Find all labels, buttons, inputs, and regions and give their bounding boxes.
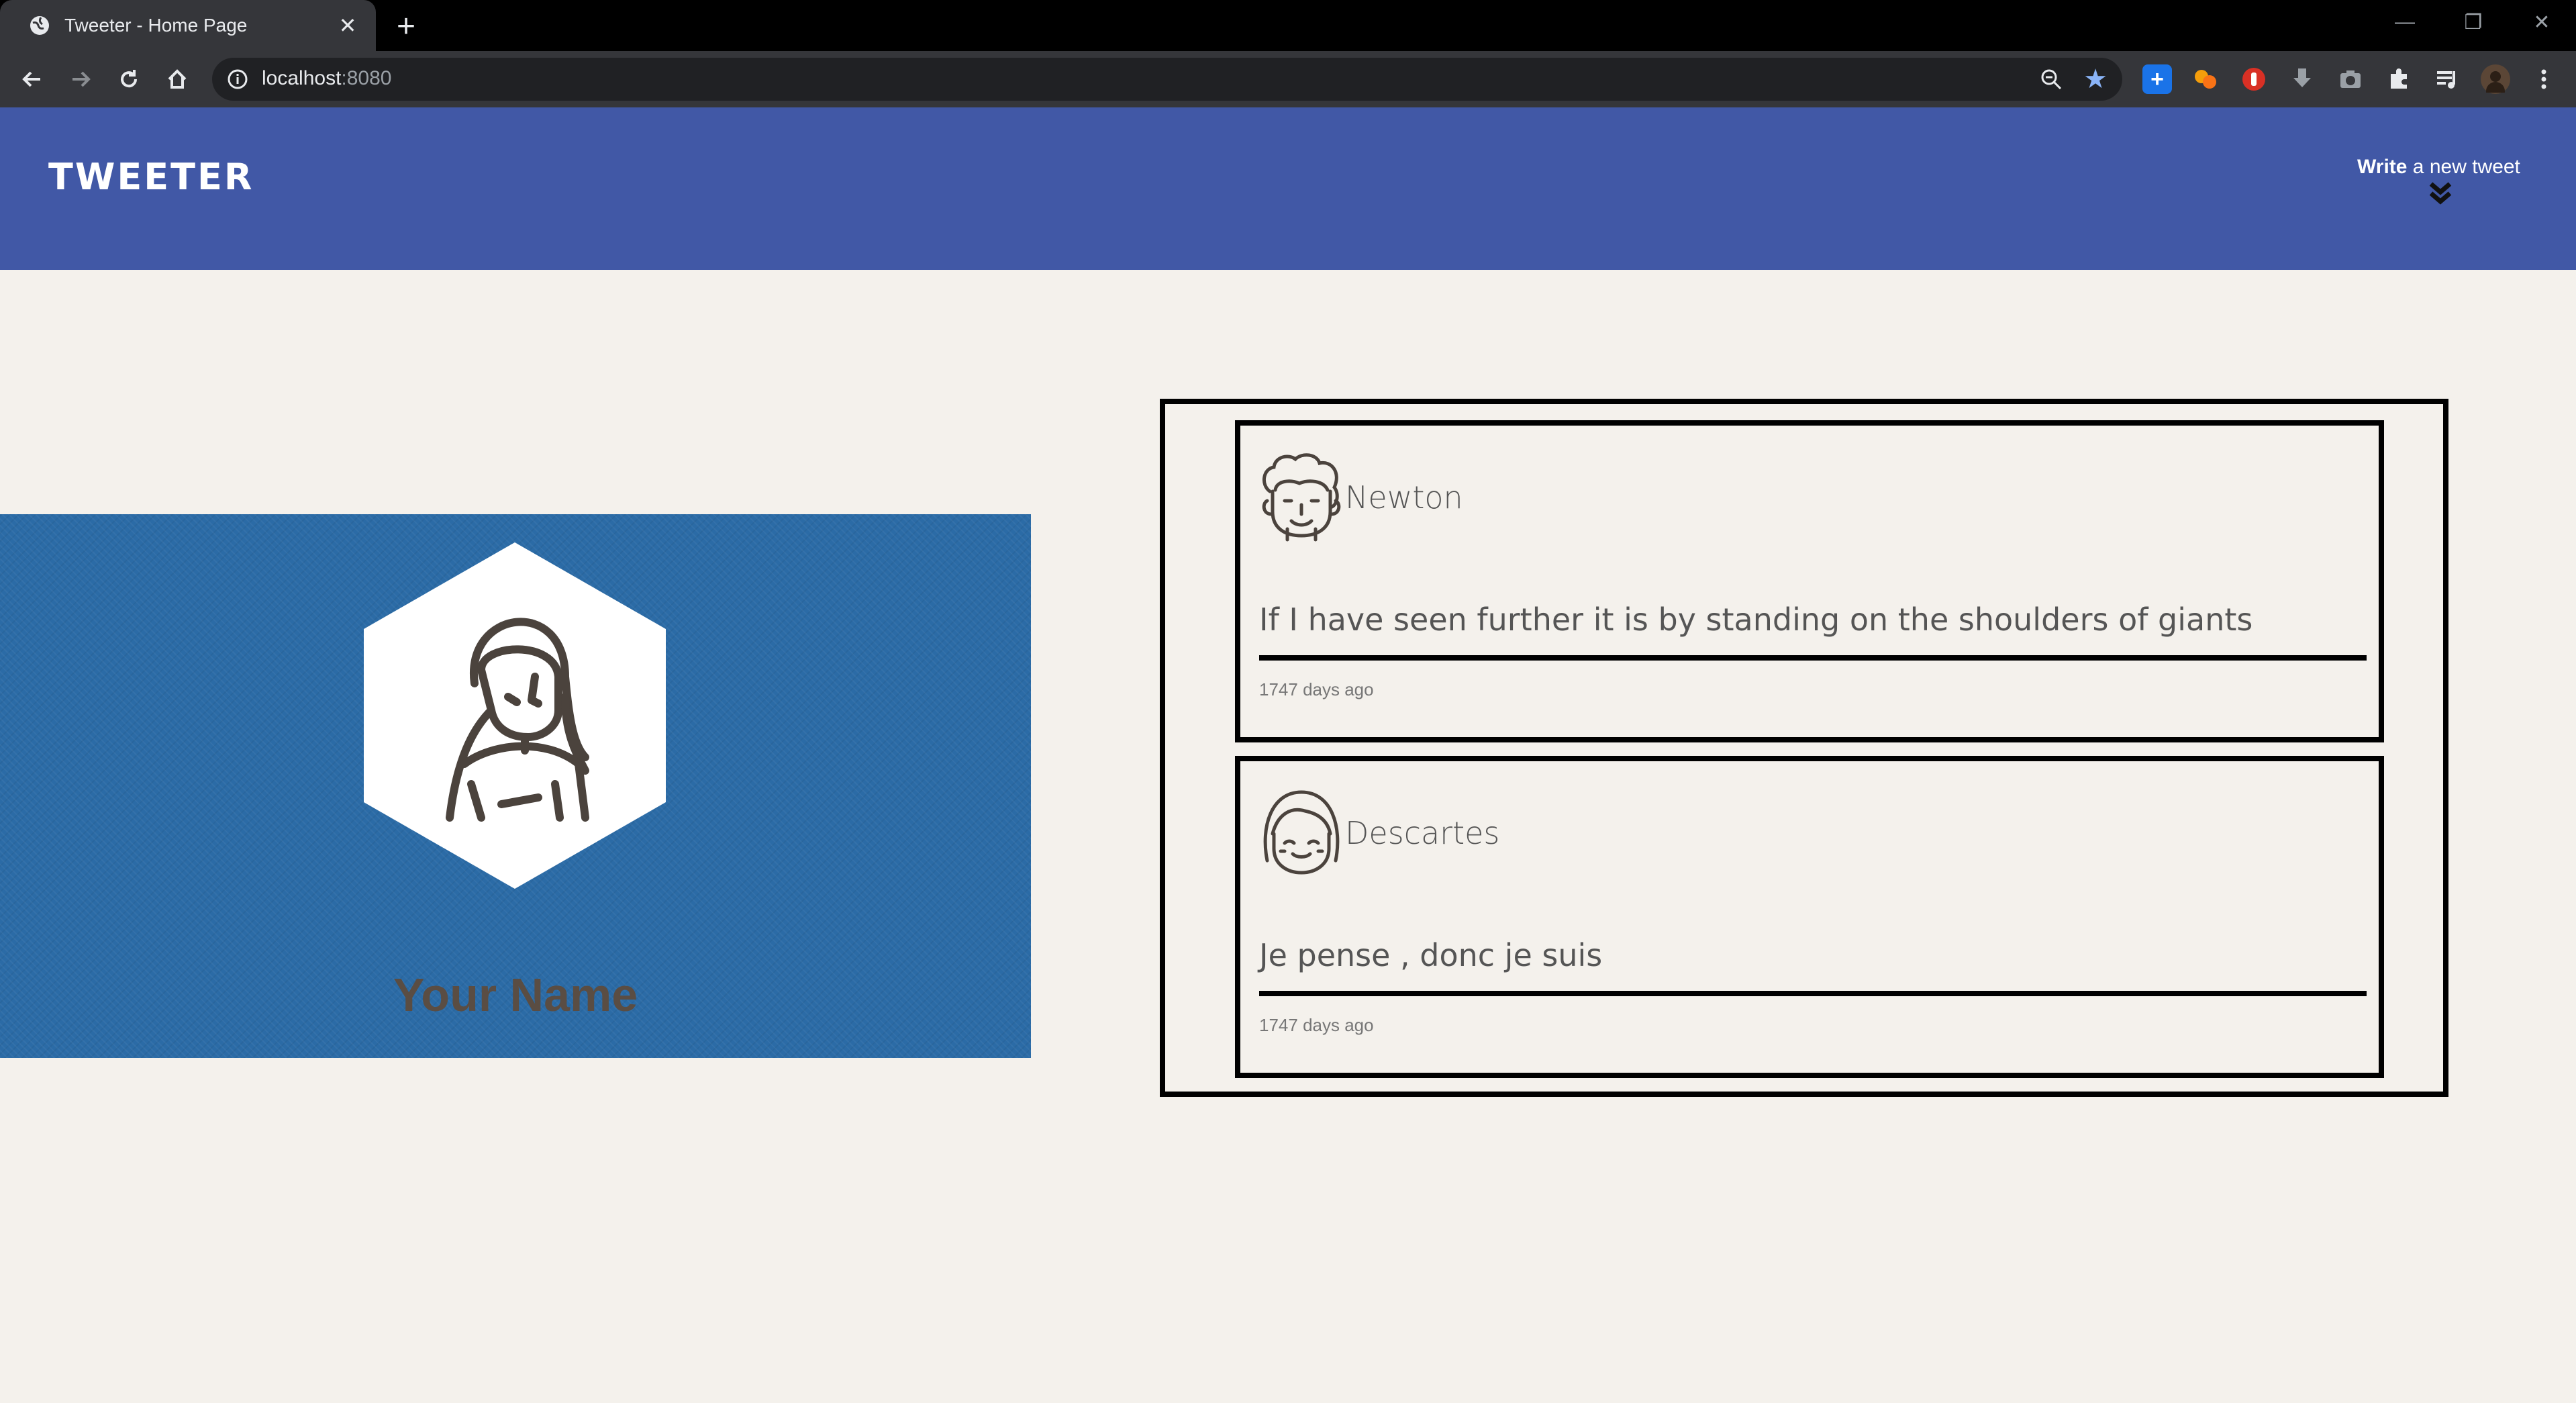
tweet-timestamp: 1747 days ago (1259, 679, 1374, 699)
write-new-tweet-button[interactable]: Write a new tweet (2357, 156, 2520, 179)
tweet-text: Je pense , donc je suis (1259, 937, 1603, 973)
extension-honey-icon[interactable] (2191, 64, 2220, 94)
extension-plus-icon[interactable]: + (2142, 64, 2172, 94)
address-bar[interactable]: localhost:8080 ★ (212, 58, 2122, 101)
browser-toolbar: localhost:8080 ★ + (0, 51, 2576, 107)
home-icon[interactable] (160, 62, 195, 97)
extension-stop-icon[interactable] (2239, 64, 2269, 94)
forward-arrow-icon[interactable] (63, 62, 98, 97)
brand-logo[interactable]: TWEETER (48, 156, 254, 198)
minimize-window-icon[interactable]: — (2381, 5, 2428, 39)
extensions-puzzle-icon[interactable] (2384, 64, 2414, 94)
site-info-icon[interactable] (227, 68, 248, 90)
close-tab-icon[interactable]: ✕ (334, 12, 361, 39)
extension-download-icon[interactable] (2287, 64, 2317, 94)
zoom-icon[interactable] (2039, 67, 2063, 91)
tweet-timestamp: 1747 days ago (1259, 1015, 1374, 1035)
tab-title: Tweeter - Home Page (64, 15, 248, 36)
bob-hair-woman-avatar-icon (1263, 790, 1340, 875)
tweet-card: Newton If I have seen further it is by s… (1235, 420, 2384, 742)
new-tab-icon[interactable]: + (389, 9, 423, 44)
tweet-author: Newton (1345, 479, 1463, 516)
browser-tab[interactable]: Tweeter - Home Page ✕ (0, 0, 376, 51)
tweet-author: Descartes (1345, 815, 1500, 851)
close-window-icon[interactable]: ✕ (2518, 5, 2565, 39)
browser-tab-bar: Tweeter - Home Page ✕ + — ❐ ✕ (0, 0, 2576, 51)
bookmark-star-icon[interactable]: ★ (2081, 64, 2110, 94)
profile-avatar[interactable] (2481, 64, 2510, 94)
app-header: TWEETER Write a new tweet (0, 107, 2576, 270)
globe-icon (28, 14, 51, 37)
profile-card: Your Name (0, 514, 1031, 1058)
tweet-divider (1259, 991, 2367, 996)
url-text: localhost:8080 (262, 67, 392, 89)
compose-label-rest: a new tweet (2407, 156, 2520, 178)
curly-hair-man-avatar-icon (1262, 453, 1341, 542)
tweet-feed: Newton If I have seen further it is by s… (1160, 399, 2448, 1097)
extension-camera-icon[interactable] (2336, 64, 2365, 94)
restore-window-icon[interactable]: ❐ (2450, 5, 2497, 39)
profile-name: Your Name (393, 969, 638, 1021)
double-chevron-down-icon[interactable] (2427, 181, 2454, 208)
tweet-divider (1259, 655, 2367, 661)
profile-hexagon-avatar (364, 542, 666, 889)
back-arrow-icon[interactable] (15, 62, 50, 97)
media-queue-icon[interactable] (2432, 64, 2462, 94)
compose-label-bold: Write (2357, 156, 2408, 178)
tweet-text: If I have seen further it is by standing… (1259, 601, 2253, 638)
tweet-card: Descartes Je pense , donc je suis 1747 d… (1235, 756, 2384, 1078)
browser-menu-icon[interactable] (2529, 64, 2559, 94)
reload-icon[interactable] (111, 62, 146, 97)
